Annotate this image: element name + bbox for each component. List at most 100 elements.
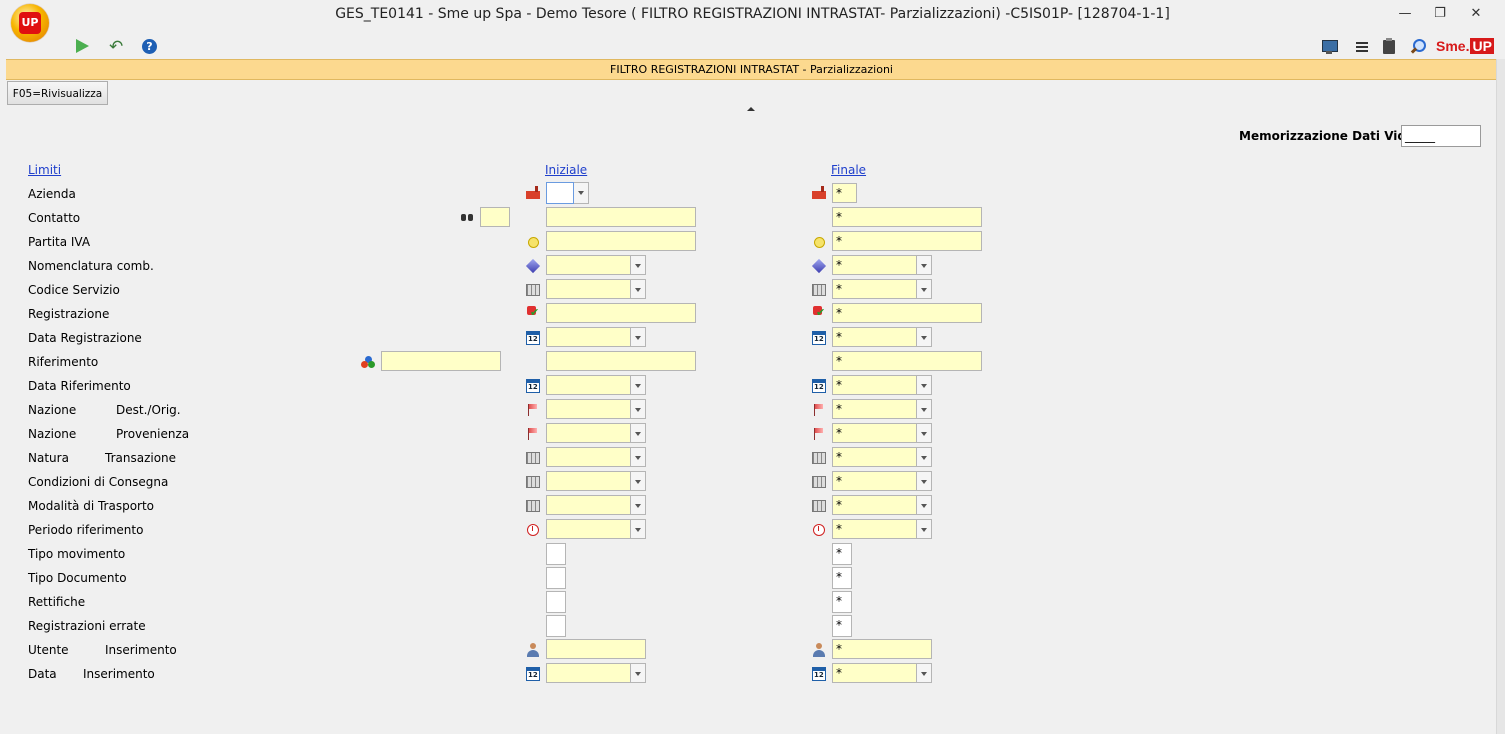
registration-icon[interactable] — [811, 305, 827, 321]
azienda-initial-input[interactable] — [546, 182, 574, 204]
condizioni-initial-input[interactable] — [546, 471, 631, 491]
partita-iva-initial-input[interactable] — [546, 231, 696, 251]
memorization-input[interactable]: _____ — [1401, 125, 1481, 147]
registrazione-initial-input[interactable] — [546, 303, 696, 323]
nomenclatura-initial-input[interactable] — [546, 255, 631, 275]
codice-servizio-final-dropdown[interactable] — [917, 279, 932, 299]
registrazione-final-input[interactable]: * — [832, 303, 982, 323]
calendar-icon[interactable] — [811, 666, 827, 682]
table-icon[interactable] — [525, 474, 541, 490]
data-inserimento-initial-input[interactable] — [546, 663, 631, 683]
modalita-initial-input[interactable] — [546, 495, 631, 515]
vertical-scrollbar[interactable] — [1496, 59, 1505, 734]
data-inserimento-initial-dropdown[interactable] — [631, 663, 646, 683]
company-icon[interactable] — [811, 185, 827, 201]
contatto-type-input[interactable] — [480, 207, 510, 227]
column-limits-link[interactable]: Limiti — [28, 163, 61, 177]
contatto-initial-input[interactable] — [546, 207, 696, 227]
data-registrazione-initial-dropdown[interactable] — [631, 327, 646, 347]
data-registrazione-final-input[interactable]: * — [832, 327, 917, 347]
flag-icon[interactable] — [525, 402, 541, 418]
registration-icon[interactable] — [525, 305, 541, 321]
back-icon[interactable]: ↶ — [109, 38, 127, 56]
natura-final-input[interactable]: * — [832, 447, 917, 467]
riferimento-type-input[interactable] — [381, 351, 501, 371]
diamond-icon[interactable] — [811, 258, 827, 274]
riferimento-final-input[interactable]: * — [832, 351, 982, 371]
registrazioni-errate-final-input[interactable]: * — [832, 615, 852, 637]
codice-servizio-final-input[interactable]: * — [832, 279, 917, 299]
calendar-icon[interactable] — [525, 330, 541, 346]
natura-initial-input[interactable] — [546, 447, 631, 467]
nomenclatura-final-input[interactable]: * — [832, 255, 917, 275]
natura-initial-dropdown[interactable] — [631, 447, 646, 467]
clipboard-icon[interactable] — [1381, 38, 1399, 54]
table-icon[interactable] — [811, 474, 827, 490]
data-inserimento-final-dropdown[interactable] — [917, 663, 932, 683]
azienda-final-input[interactable]: * — [832, 183, 857, 203]
modalita-final-input[interactable]: * — [832, 495, 917, 515]
table-icon[interactable] — [525, 498, 541, 514]
registrazioni-errate-initial-input[interactable] — [546, 615, 566, 637]
nomenclatura-final-dropdown[interactable] — [917, 255, 932, 275]
calendar-icon[interactable] — [811, 378, 827, 394]
data-riferimento-final-input[interactable]: * — [832, 375, 917, 395]
modalita-final-dropdown[interactable] — [917, 495, 932, 515]
nazione-dest-initial-dropdown[interactable] — [631, 399, 646, 419]
flag-icon[interactable] — [525, 426, 541, 442]
column-final-link[interactable]: Finale — [831, 163, 866, 177]
play-icon[interactable] — [76, 39, 89, 53]
table-icon[interactable] — [525, 450, 541, 466]
nomenclatura-initial-dropdown[interactable] — [631, 255, 646, 275]
objects-icon[interactable] — [360, 354, 376, 370]
tipo-movimento-initial-input[interactable] — [546, 543, 566, 565]
data-riferimento-initial-dropdown[interactable] — [631, 375, 646, 395]
condizioni-initial-dropdown[interactable] — [631, 471, 646, 491]
rettifiche-final-input[interactable]: * — [832, 591, 852, 613]
periodo-initial-dropdown[interactable] — [631, 519, 646, 539]
nazione-prov-initial-dropdown[interactable] — [631, 423, 646, 443]
codice-servizio-initial-input[interactable] — [546, 279, 631, 299]
calendar-icon[interactable] — [811, 330, 827, 346]
rettifiche-initial-input[interactable] — [546, 591, 566, 613]
calendar-icon[interactable] — [525, 378, 541, 394]
data-riferimento-initial-input[interactable] — [546, 375, 631, 395]
user-icon[interactable] — [811, 642, 827, 658]
data-inserimento-final-input[interactable]: * — [832, 663, 917, 683]
flag-icon[interactable] — [811, 402, 827, 418]
data-riferimento-final-dropdown[interactable] — [917, 375, 932, 395]
table-icon[interactable] — [811, 282, 827, 298]
utente-initial-input[interactable] — [546, 639, 646, 659]
tipo-movimento-final-input[interactable]: * — [832, 543, 852, 565]
magnifier-icon[interactable] — [1409, 38, 1427, 54]
tipo-documento-initial-input[interactable] — [546, 567, 566, 589]
vat-icon[interactable] — [525, 234, 541, 250]
calendar-icon[interactable] — [525, 666, 541, 682]
clock-icon[interactable] — [811, 522, 827, 538]
riferimento-initial-input[interactable] — [546, 351, 696, 371]
refresh-button[interactable]: F05=Rivisualizza — [7, 81, 108, 105]
vat-icon[interactable] — [811, 234, 827, 250]
smeup-logo[interactable]: Sme. UP — [1436, 37, 1494, 55]
nazione-dest-final-dropdown[interactable] — [917, 399, 932, 419]
flag-icon[interactable] — [811, 426, 827, 442]
close-button[interactable]: ✕ — [1466, 6, 1486, 22]
codice-servizio-initial-dropdown[interactable] — [631, 279, 646, 299]
help-icon[interactable]: ? — [142, 39, 157, 54]
monitor-icon[interactable] — [1321, 39, 1339, 55]
data-registrazione-final-dropdown[interactable] — [917, 327, 932, 347]
nazione-dest-initial-input[interactable] — [546, 399, 631, 419]
collapse-arrow-icon[interactable] — [747, 107, 755, 111]
diamond-icon[interactable] — [525, 258, 541, 274]
utente-final-input[interactable]: * — [832, 639, 932, 659]
nazione-prov-final-input[interactable]: * — [832, 423, 917, 443]
table-icon[interactable] — [525, 282, 541, 298]
nazione-prov-final-dropdown[interactable] — [917, 423, 932, 443]
table-icon[interactable] — [811, 450, 827, 466]
condizioni-final-input[interactable]: * — [832, 471, 917, 491]
nazione-prov-initial-input[interactable] — [546, 423, 631, 443]
periodo-final-dropdown[interactable] — [917, 519, 932, 539]
data-registrazione-initial-input[interactable] — [546, 327, 631, 347]
condizioni-final-dropdown[interactable] — [917, 471, 932, 491]
restore-button[interactable]: ❐ — [1430, 6, 1450, 22]
